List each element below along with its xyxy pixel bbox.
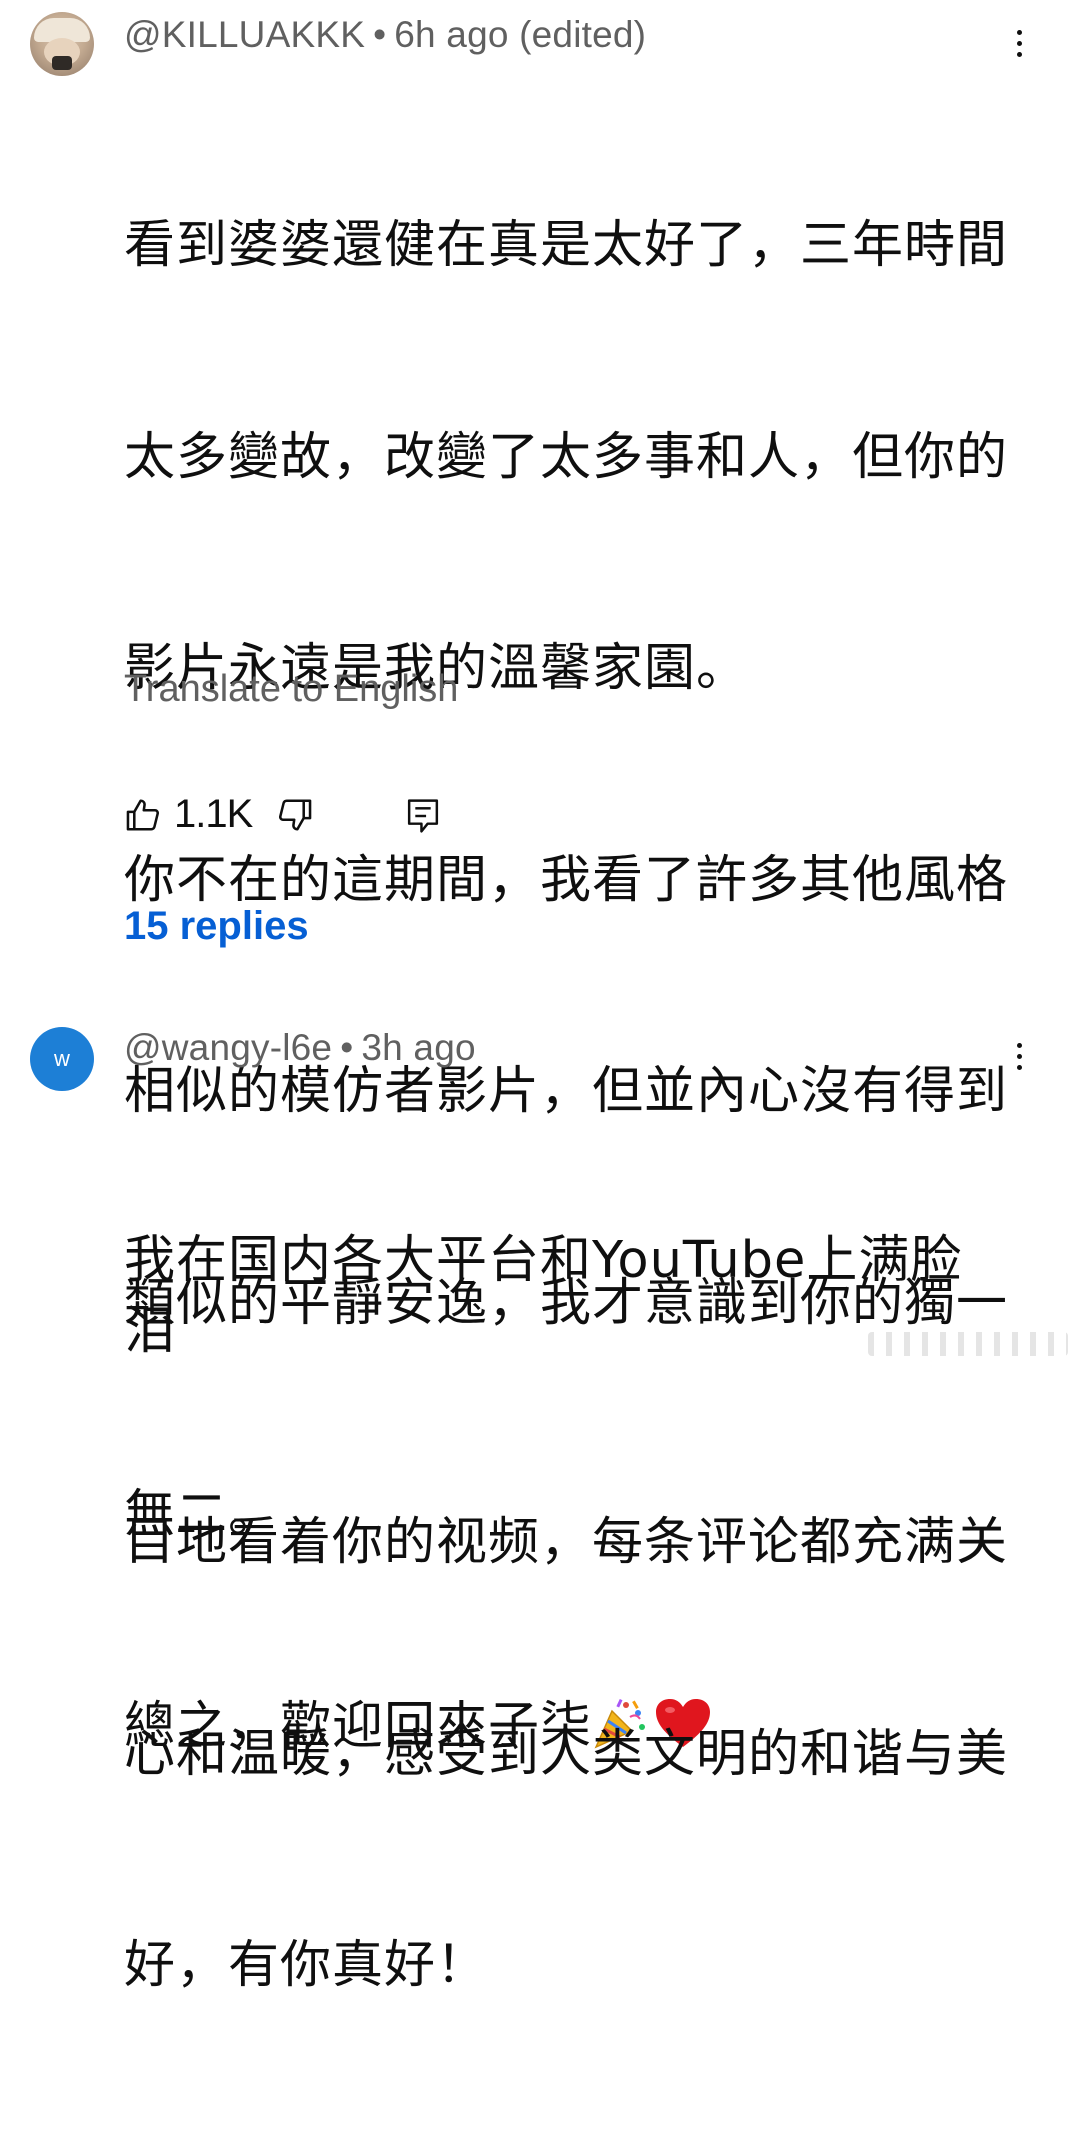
comment-author-handle[interactable]: @wangy-l6e [124, 1027, 332, 1068]
comment-line: 好，有你真好！ [124, 1936, 489, 1995]
comment-timestamp: 3h ago [361, 1027, 476, 1068]
comment-line: 看到婆婆還健在真是太好了，三年時間 [124, 216, 1009, 275]
user-avatar[interactable] [30, 12, 94, 76]
reply-button[interactable] [404, 790, 444, 842]
watermark-overlay [868, 1332, 1068, 1356]
comment-body: 我在国内各大平台和YouTube上满脸泪 目地看着你的视频，每条评论都充满关 心… [124, 1085, 1014, 2143]
comment-timestamp: 6h ago (edited) [394, 14, 647, 55]
comment-meta: @KILLUAKKK • 6h ago (edited) [124, 14, 646, 56]
comment-meta: @wangy-l6e • 3h ago [124, 1027, 476, 1069]
comment-line: 心和温暖，感受到人类文明的和谐与美 [124, 1724, 1009, 1784]
view-replies-button[interactable]: 15 replies [124, 904, 309, 949]
meta-separator: • [373, 14, 387, 55]
translate-link[interactable]: Translate to English [124, 668, 458, 711]
comment-line: 目地看着你的视频，每条评论都充满关 [124, 1513, 1009, 1572]
comment-actions: 1.1K [124, 790, 524, 842]
comment-line: 太多變故，改變了太多事和人，但你的 [124, 427, 1009, 487]
dislike-button[interactable] [276, 790, 316, 842]
avatar-mask-shape [52, 56, 72, 70]
comment-author-handle[interactable]: @KILLUAKKK [124, 14, 365, 55]
more-options-icon[interactable] [1008, 1043, 1030, 1077]
meta-separator: • [340, 1027, 354, 1068]
like-count: 1.1K [174, 792, 253, 836]
more-options-icon[interactable] [1008, 30, 1030, 64]
like-button[interactable]: 1.1K [124, 790, 254, 842]
user-avatar[interactable]: w [30, 1027, 94, 1091]
